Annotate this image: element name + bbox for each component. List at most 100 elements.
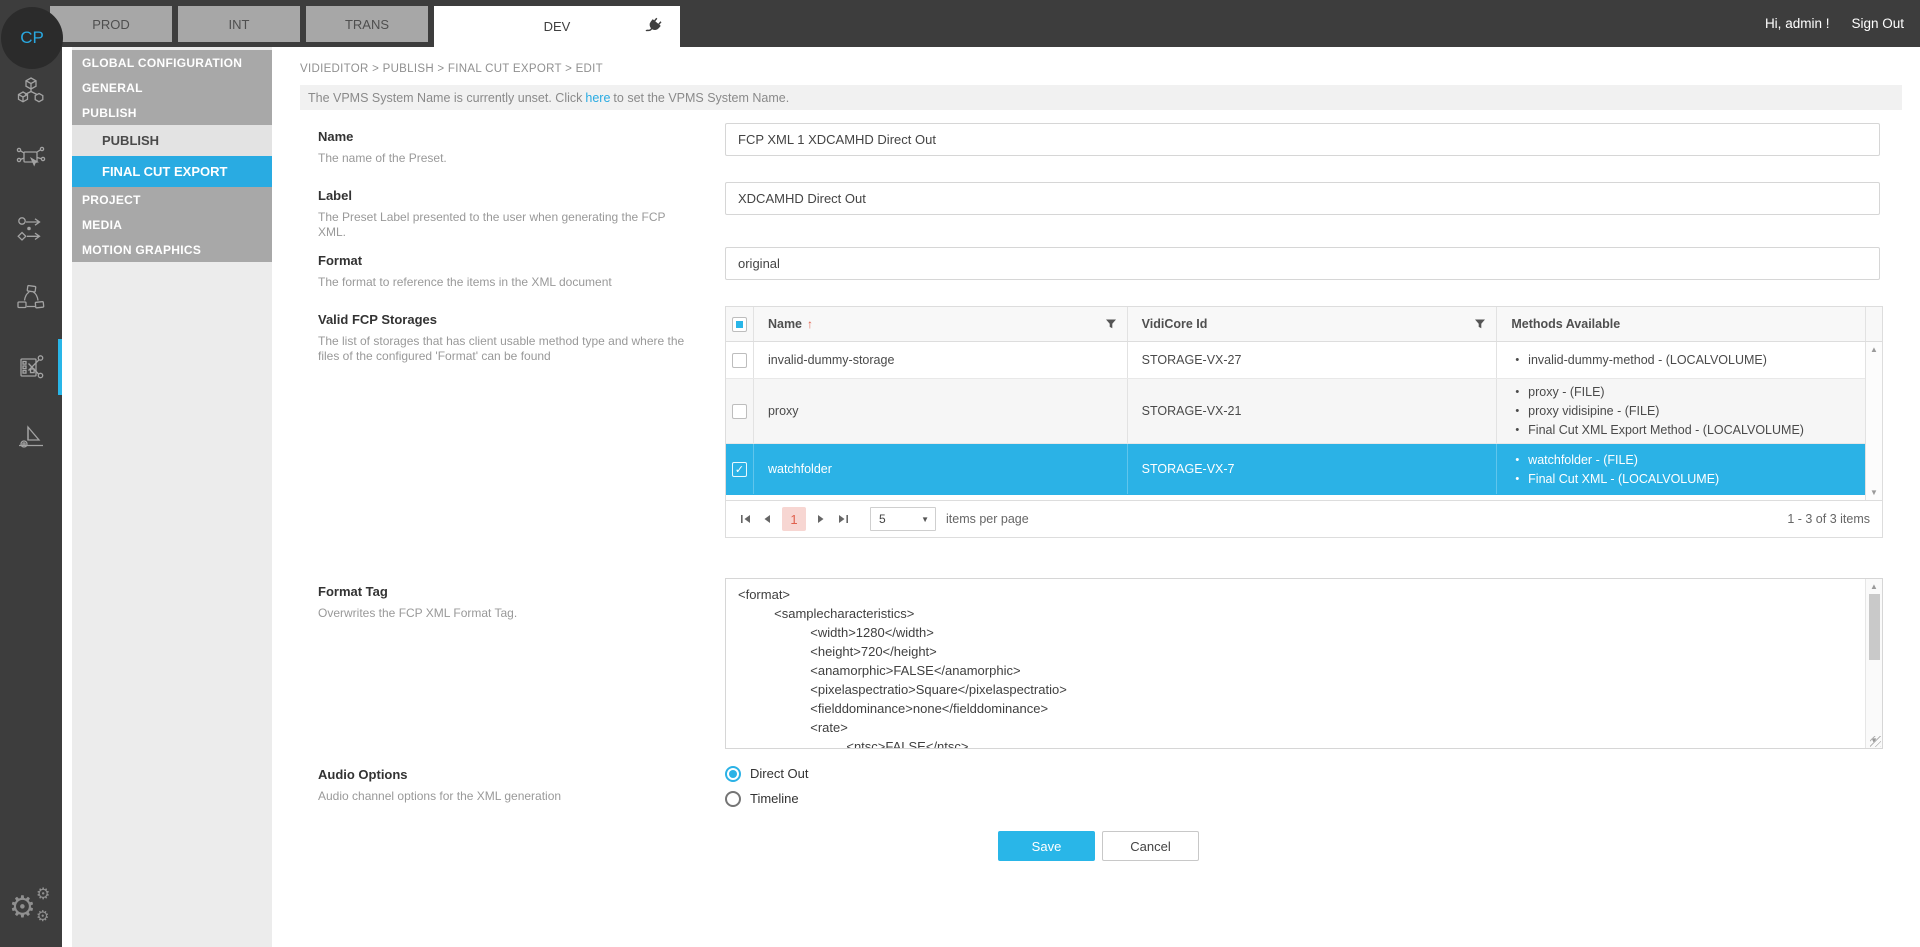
sidebar-item-label: PUBLISH — [82, 106, 137, 120]
user-greeting: Hi, admin ! — [1765, 16, 1830, 31]
notice-text: The VPMS System Name is currently unset.… — [308, 91, 582, 105]
scroll-down-icon[interactable]: ▼ — [1870, 488, 1878, 497]
modules-icon[interactable] — [0, 65, 62, 117]
sidebar-item-global-configuration[interactable]: GLOBAL CONFIGURATION — [72, 50, 272, 75]
sidebar-item-label: GLOBAL CONFIGURATION — [82, 56, 242, 70]
video-editor-icon[interactable] — [0, 341, 62, 393]
tab-prod[interactable]: PROD — [50, 6, 172, 42]
ingest-icon[interactable] — [0, 134, 62, 186]
format-tag-editor: <format> <samplecharacteristics> <width>… — [725, 578, 1883, 749]
format-label: Format — [318, 253, 685, 268]
scrollbar-thumb[interactable] — [1869, 594, 1880, 660]
radio-direct-out[interactable]: Direct Out — [725, 761, 1883, 786]
notice-here-link[interactable]: here — [585, 91, 610, 105]
row-checkbox[interactable] — [732, 404, 747, 419]
page-size-select[interactable]: 5 ▼ — [870, 507, 936, 531]
form-row-label: Label The Preset Label presented to the … — [300, 182, 1920, 247]
select-all-checkbox[interactable] — [732, 317, 747, 332]
row-checkbox[interactable] — [732, 353, 747, 368]
form-row-audio-options: Audio Options Audio channel options for … — [300, 761, 1920, 811]
sidebar-item-label: PROJECT — [82, 193, 141, 207]
tab-int[interactable]: INT — [178, 6, 300, 42]
sidebar-item-project[interactable]: PROJECT — [72, 187, 272, 212]
storage-name: proxy — [754, 379, 1128, 443]
cp-logo[interactable]: CP — [1, 7, 63, 69]
breadcrumb: VIDIEDITOR > PUBLISH > FINAL CUT EXPORT … — [300, 63, 1920, 75]
storage-methods: •invalid-dummy-method - (LOCALVOLUME) — [1497, 342, 1866, 378]
pager-page-1[interactable]: 1 — [782, 507, 806, 531]
save-button[interactable]: Save — [998, 831, 1095, 861]
pager-summary: 1 - 3 of 3 items — [1787, 512, 1870, 526]
radio-unselected-icon[interactable] — [725, 791, 741, 807]
name-input[interactable]: FCP XML 1 XDCAMHD Direct Out — [725, 123, 1880, 156]
row-checkbox-checked[interactable]: ✓ — [732, 462, 747, 477]
sidebar-item-label: FINAL CUT EXPORT — [102, 164, 227, 179]
filter-icon[interactable] — [1474, 318, 1486, 330]
storage-vidicore-id: STORAGE-VX-27 — [1128, 342, 1498, 378]
pager-first-button[interactable] — [734, 508, 756, 530]
sign-out-link[interactable]: Sign Out — [1851, 16, 1904, 31]
workflow-icon[interactable] — [0, 203, 62, 255]
tab-prod-label: PROD — [92, 17, 130, 32]
column-header-methods: Methods Available — [1497, 307, 1866, 341]
grid-pager: 1 5 ▼ items per page 1 - 3 of 3 items — [726, 500, 1882, 537]
main-content: VIDIEDITOR > PUBLISH > FINAL CUT EXPORT … — [272, 47, 1920, 947]
sidebar-item-label: MEDIA — [82, 218, 122, 232]
sidebar-item-publish-sub[interactable]: PUBLISH — [72, 125, 272, 156]
format-tag-textarea[interactable]: <format> <samplecharacteristics> <width>… — [726, 579, 1882, 748]
sidebar-item-media[interactable]: MEDIA — [72, 212, 272, 237]
storage-vidicore-id: STORAGE-VX-7 — [1128, 444, 1498, 494]
sidebar-item-publish[interactable]: PUBLISH — [72, 100, 272, 125]
grid-scrollbar[interactable]: ▲ ▼ — [1865, 342, 1882, 500]
resize-grip[interactable] — [1870, 736, 1881, 747]
tab-dev-label: DEV — [544, 19, 571, 34]
format-input[interactable]: original — [725, 247, 1880, 280]
form-row-storages: Valid FCP Storages The list of storages … — [300, 306, 1920, 557]
storage-methods: •watchfolder - (FILE) •Final Cut XML - (… — [1497, 444, 1866, 494]
scroll-up-icon[interactable]: ▲ — [1870, 345, 1878, 354]
user-area: Hi, admin ! Sign Out — [1765, 0, 1904, 47]
collaboration-icon[interactable] — [0, 272, 62, 324]
bullet-icon: • — [1515, 473, 1519, 485]
radio-timeline[interactable]: Timeline — [725, 786, 1883, 811]
audio-options-description: Audio channel options for the XML genera… — [318, 789, 685, 804]
plug-icon — [639, 13, 666, 41]
table-row[interactable]: proxy STORAGE-VX-21 •proxy - (FILE) •pro… — [726, 379, 1882, 444]
radio-label: Timeline — [750, 791, 799, 806]
storage-methods: •proxy - (FILE) •proxy vidisipine - (FIL… — [1497, 379, 1866, 443]
cancel-button[interactable]: Cancel — [1102, 831, 1199, 861]
column-header-vidicore-id[interactable]: VidiCore Id — [1128, 307, 1498, 341]
sidebar-item-general[interactable]: GENERAL — [72, 75, 272, 100]
vpms-notice-bar: The VPMS System Name is currently unset.… — [300, 85, 1902, 110]
sidebar-item-label: MOTION GRAPHICS — [82, 243, 201, 257]
format-tag-label: Format Tag — [318, 584, 685, 599]
cp-logo-text: CP — [20, 28, 44, 48]
design-icon[interactable] — [0, 410, 62, 462]
pager-next-button[interactable] — [810, 508, 832, 530]
sidebar-item-final-cut-export[interactable]: FINAL CUT EXPORT — [72, 156, 272, 187]
sidebar-item-label: PUBLISH — [102, 133, 159, 148]
page-size-value: 5 — [879, 512, 886, 526]
tab-trans[interactable]: TRANS — [306, 6, 428, 42]
pager-prev-button[interactable] — [756, 508, 778, 530]
filter-icon[interactable] — [1105, 318, 1117, 330]
table-row-selected[interactable]: ✓ watchfolder STORAGE-VX-7 •watchfolder … — [726, 444, 1882, 495]
table-row[interactable]: invalid-dummy-storage STORAGE-VX-27 •inv… — [726, 342, 1882, 379]
storage-name: watchfolder — [754, 444, 1128, 494]
settings-gears-icon[interactable]: ⚙ ⚙ ⚙ — [0, 881, 62, 933]
radio-selected-icon[interactable] — [725, 766, 741, 782]
format-tag-scrollbar[interactable]: ▲ ▼ — [1865, 579, 1882, 748]
environment-tabs: PROD INT TRANS DEV — [50, 6, 680, 47]
format-tag-description: Overwrites the FCP XML Format Tag. — [318, 606, 685, 621]
bullet-icon: • — [1515, 424, 1519, 436]
sidebar-item-motion-graphics[interactable]: MOTION GRAPHICS — [72, 237, 272, 262]
storages-grid: Name ↑ VidiCore Id — [725, 306, 1883, 538]
tab-dev[interactable]: DEV — [434, 6, 680, 47]
gear-icon: ⚙ — [9, 893, 36, 923]
pager-last-button[interactable] — [832, 508, 854, 530]
column-header-name[interactable]: Name ↑ — [754, 307, 1128, 341]
form-row-name: Name The name of the Preset. FCP XML 1 X… — [300, 123, 1920, 182]
label-input[interactable]: XDCAMHD Direct Out — [725, 182, 1880, 215]
storage-vidicore-id: STORAGE-VX-21 — [1128, 379, 1498, 443]
scroll-up-icon[interactable]: ▲ — [1870, 582, 1878, 591]
